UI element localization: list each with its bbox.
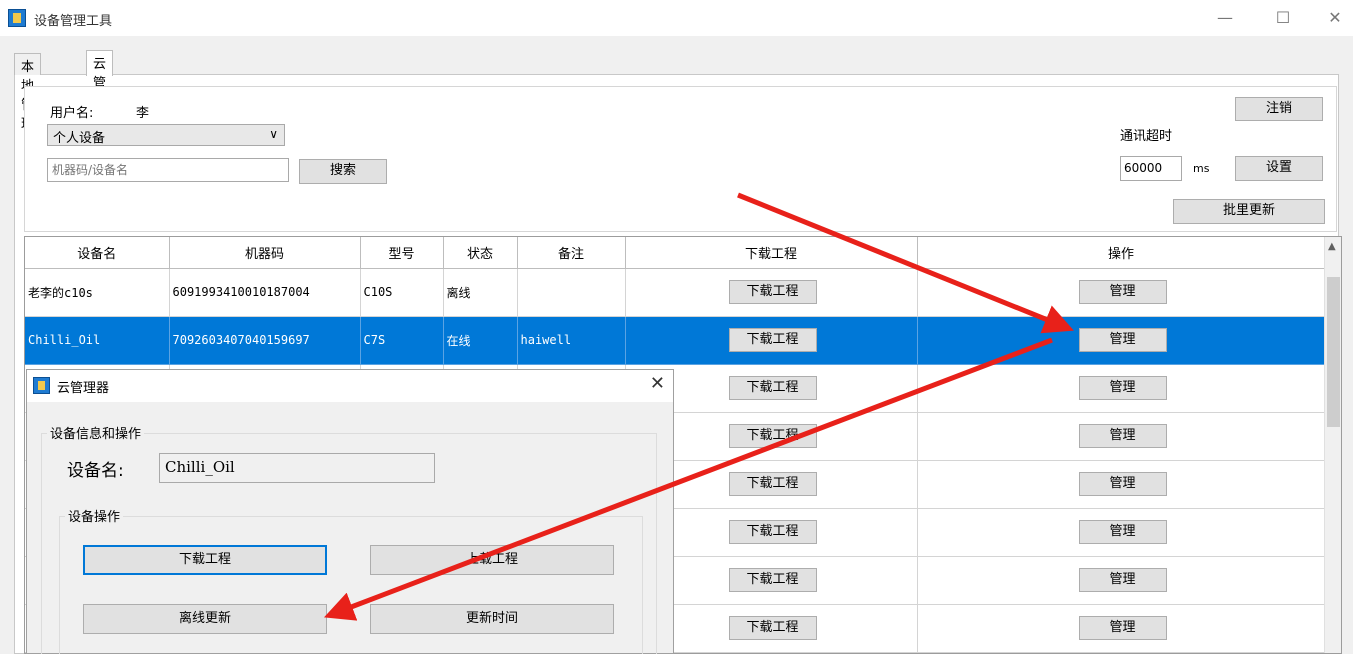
manage-button[interactable]: 管理 bbox=[1078, 616, 1167, 640]
cell-action: 管理 bbox=[917, 316, 1326, 365]
download-project-button[interactable]: 下载工程 bbox=[728, 472, 817, 496]
app-icon bbox=[8, 9, 26, 27]
manage-button[interactable]: 管理 bbox=[1078, 280, 1167, 304]
cell-action: 管理 bbox=[917, 364, 1326, 413]
chevron-down-icon: ∨ bbox=[269, 127, 278, 141]
table-row[interactable]: 老李的c10s 6091993410010187004 C10S 离线 下载工程 管理 bbox=[25, 268, 1326, 317]
search-button[interactable]: 搜索 bbox=[299, 159, 387, 184]
dialog-app-icon bbox=[33, 377, 50, 394]
scroll-thumb[interactable] bbox=[1327, 277, 1340, 427]
download-project-button[interactable]: 下载工程 bbox=[728, 616, 817, 640]
device-ops-group-label: 设备操作 bbox=[65, 506, 124, 525]
download-project-button[interactable]: 下载工程 bbox=[728, 280, 817, 304]
download-project-button[interactable]: 下载工程 bbox=[728, 328, 817, 352]
maximize-button[interactable]: ☐ bbox=[1263, 6, 1303, 30]
cell-code[interactable]: 7092603407040159697 bbox=[169, 316, 361, 365]
cell-action: 管理 bbox=[917, 268, 1326, 317]
cell-action: 管理 bbox=[917, 556, 1326, 605]
device-info-group-label: 设备信息和操作 bbox=[47, 423, 145, 442]
cell-download: 下载工程 bbox=[625, 268, 918, 317]
dialog-upload-button[interactable]: 上载工程 bbox=[370, 545, 614, 575]
cell-name[interactable]: 老李的c10s bbox=[25, 268, 170, 317]
manage-button[interactable]: 管理 bbox=[1078, 424, 1167, 448]
tab-local[interactable]: 本地管理 bbox=[14, 53, 42, 132]
col-header-code[interactable]: 机器码 bbox=[169, 237, 361, 269]
col-header-note[interactable]: 备注 bbox=[517, 237, 626, 269]
vertical-scrollbar[interactable]: ▲ bbox=[1324, 237, 1341, 653]
timeout-field[interactable]: 60000 bbox=[1120, 156, 1182, 181]
download-project-button[interactable]: 下载工程 bbox=[728, 424, 817, 448]
cell-note[interactable] bbox=[517, 268, 626, 317]
device-scope-select[interactable]: 个人设备 ∨ bbox=[47, 124, 285, 146]
tab-cloud[interactable]: 云管理 bbox=[86, 50, 114, 110]
cell-action: 管理 bbox=[917, 508, 1326, 557]
timeout-unit: ms bbox=[1193, 162, 1210, 175]
cell-note[interactable]: haiwell bbox=[517, 316, 626, 365]
batch-update-button[interactable]: 批里更新 bbox=[1173, 199, 1325, 224]
col-header-status[interactable]: 状态 bbox=[443, 237, 518, 269]
timeout-label: 通讯超时 bbox=[1120, 129, 1173, 144]
cell-name[interactable]: Chilli_Oil bbox=[25, 316, 170, 365]
username-label: 用户名: bbox=[50, 106, 94, 121]
cell-action: 管理 bbox=[917, 412, 1326, 461]
dialog-title: 云管理器 bbox=[57, 381, 110, 396]
cell-action: 管理 bbox=[917, 604, 1326, 653]
dialog-title-bar: 云管理器 ✕ bbox=[27, 370, 673, 402]
set-timeout-button[interactable]: 设置 bbox=[1235, 156, 1323, 181]
device-scope-value: 个人设备 bbox=[53, 131, 106, 146]
col-header-action[interactable]: 操作 bbox=[917, 237, 1326, 269]
timeout-value: 60000 bbox=[1124, 161, 1163, 175]
dialog-close-icon[interactable]: ✕ bbox=[650, 373, 665, 394]
cell-model[interactable]: C10S bbox=[360, 268, 444, 317]
table-header-row: 设备名 机器码 型号 状态 备注 下载工程 操作 bbox=[25, 237, 1326, 269]
manage-button[interactable]: 管理 bbox=[1078, 376, 1167, 400]
manage-button[interactable]: 管理 bbox=[1078, 472, 1167, 496]
close-button[interactable]: ✕ bbox=[1315, 6, 1353, 30]
col-header-download[interactable]: 下载工程 bbox=[625, 237, 918, 269]
device-name-label: 设备名: bbox=[67, 461, 124, 481]
manage-button[interactable]: 管理 bbox=[1078, 328, 1167, 352]
search-field[interactable] bbox=[47, 158, 289, 182]
window-title: 设备管理工具 bbox=[34, 14, 113, 29]
cell-status[interactable]: 在线 bbox=[443, 316, 518, 365]
col-header-name[interactable]: 设备名 bbox=[25, 237, 170, 269]
title-bar: 设备管理工具 — ☐ ✕ bbox=[0, 0, 1353, 36]
manage-button[interactable]: 管理 bbox=[1078, 568, 1167, 592]
username-value: 李 bbox=[136, 106, 150, 121]
device-name-field[interactable]: Chilli_Oil bbox=[159, 453, 435, 483]
logout-button[interactable]: 注销 bbox=[1235, 97, 1323, 121]
dialog-download-button[interactable]: 下载工程 bbox=[83, 545, 327, 575]
cell-status[interactable]: 离线 bbox=[443, 268, 518, 317]
minimize-button[interactable]: — bbox=[1205, 6, 1245, 30]
col-header-model[interactable]: 型号 bbox=[360, 237, 444, 269]
device-name-value: Chilli_Oil bbox=[165, 458, 235, 476]
cell-code[interactable]: 6091993410010187004 bbox=[169, 268, 361, 317]
download-project-button[interactable]: 下载工程 bbox=[728, 520, 817, 544]
scroll-up-icon[interactable]: ▲ bbox=[1328, 241, 1336, 252]
table-row[interactable]: Chilli_Oil 7092603407040159697 C7S 在线 haiwel… bbox=[25, 316, 1326, 365]
offline-update-button[interactable]: 离线更新 bbox=[83, 604, 327, 634]
download-project-button[interactable]: 下载工程 bbox=[728, 568, 817, 592]
cell-model[interactable]: C7S bbox=[360, 316, 444, 365]
download-project-button[interactable]: 下载工程 bbox=[728, 376, 817, 400]
cloud-manager-dialog: 云管理器 ✕ 设备信息和操作 设备名: Chilli_Oil 设备操作 下载工程… bbox=[26, 369, 674, 654]
cell-download: 下载工程 bbox=[625, 316, 918, 365]
manage-button[interactable]: 管理 bbox=[1078, 520, 1167, 544]
cell-action: 管理 bbox=[917, 460, 1326, 509]
search-input[interactable] bbox=[48, 159, 288, 181]
update-time-button[interactable]: 更新时间 bbox=[370, 604, 614, 634]
